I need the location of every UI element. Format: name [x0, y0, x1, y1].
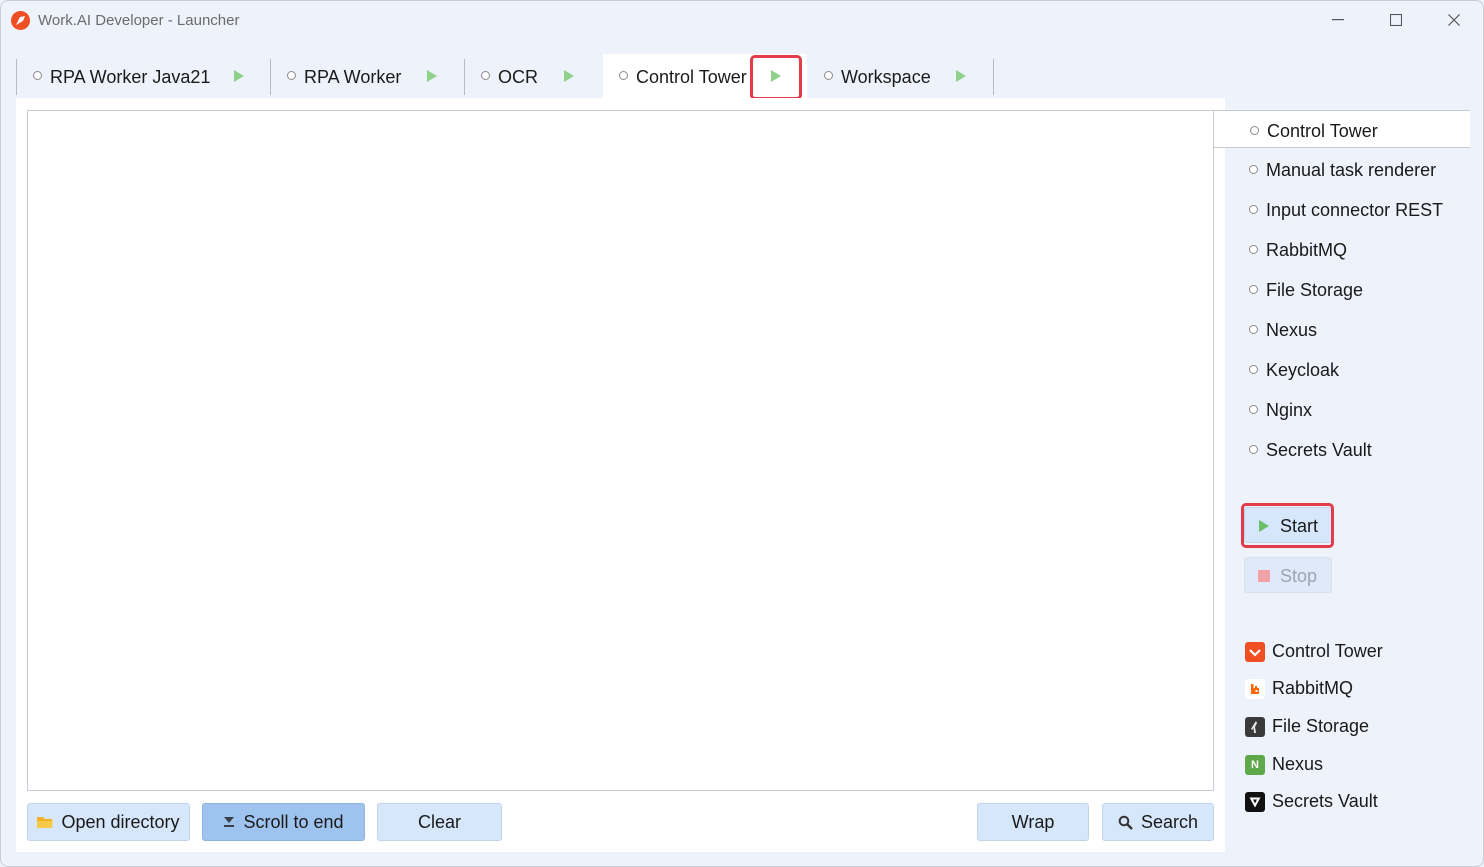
service-label: Nginx [1266, 400, 1313, 420]
tab-divider [993, 59, 994, 95]
service-item-input-connector-rest[interactable]: Input connector REST [1213, 190, 1470, 228]
tab-label: RPA Worker [304, 67, 402, 87]
window-title: Work.AI Developer - Launcher [38, 12, 240, 29]
folder-icon [37, 816, 54, 828]
tab-label: RPA Worker Java21 [50, 67, 211, 87]
service-item-keycloak[interactable]: Keycloak [1213, 350, 1470, 388]
service-item-file-storage[interactable]: File Storage [1213, 270, 1470, 308]
play-icon[interactable] [234, 70, 244, 82]
open-directory-label: Open directory [61, 811, 180, 832]
wrap-button[interactable]: Wrap [977, 803, 1089, 841]
service-item-nginx[interactable]: Nginx [1213, 390, 1470, 428]
status-dot-icon [1249, 325, 1258, 334]
tab-rpa-worker[interactable]: RPA Worker [271, 54, 464, 98]
highlight-box [750, 55, 802, 100]
status-dot-icon [619, 71, 628, 80]
status-dot-icon [1249, 205, 1258, 214]
tab-rpa-worker-java21[interactable]: RPA Worker Java21 [17, 54, 270, 98]
nexus-icon: N [1245, 755, 1265, 775]
scroll-to-end-button[interactable]: Scroll to end [202, 803, 365, 841]
status-dot-icon [1249, 245, 1258, 254]
service-item-rabbitmq[interactable]: RabbitMQ [1213, 230, 1470, 268]
open-directory-button[interactable]: Open directory [27, 803, 190, 841]
clear-label: Clear [417, 811, 461, 832]
scroll-end-icon [224, 817, 235, 827]
status-dot-icon [481, 71, 490, 80]
service-label: Secrets Vault [1266, 440, 1372, 460]
link-label: RabbitMQ [1272, 678, 1354, 698]
status-dot-icon [33, 71, 42, 80]
status-dot-icon [824, 71, 833, 80]
play-icon[interactable] [564, 70, 574, 82]
search-button[interactable]: Search [1102, 803, 1214, 841]
scroll-to-end-label: Scroll to end [243, 811, 344, 832]
close-button[interactable] [1431, 5, 1477, 35]
service-item-secrets-vault[interactable]: Secrets Vault [1213, 430, 1470, 468]
tab-label: Control Tower [636, 67, 747, 87]
launcher-window: Work.AI Developer - Launcher RPA Worker … [0, 0, 1484, 867]
search-icon [1118, 815, 1133, 830]
stop-button[interactable]: Stop [1244, 557, 1332, 593]
service-label: Manual task renderer [1266, 160, 1437, 180]
link-label: Nexus [1272, 754, 1324, 774]
file-storage-icon [1245, 717, 1265, 737]
service-item-control-tower[interactable]: Control Tower [1213, 110, 1470, 148]
tab-strip: RPA Worker Java21 RPA Worker OCR Control… [16, 54, 996, 100]
tab-label: OCR [498, 67, 538, 87]
status-dot-icon [1249, 445, 1258, 454]
rabbitmq-icon [1245, 679, 1265, 699]
status-dot-icon [1249, 165, 1258, 174]
clear-button[interactable]: Clear [377, 803, 502, 841]
service-item-manual-task-renderer[interactable]: Manual task renderer [1213, 150, 1470, 188]
status-dot-icon [1250, 126, 1259, 135]
status-dot-icon [1249, 285, 1258, 294]
tab-ocr[interactable]: OCR [465, 54, 602, 98]
control-tower-icon [1245, 642, 1265, 662]
minimize-button[interactable] [1315, 5, 1361, 35]
search-label: Search [1140, 811, 1199, 832]
play-icon[interactable] [956, 70, 966, 82]
status-dot-icon [1249, 405, 1258, 414]
status-dot-icon [1249, 365, 1258, 374]
service-label: Nexus [1266, 320, 1318, 340]
service-label: Input connector REST [1266, 200, 1444, 220]
maximize-button[interactable] [1373, 5, 1419, 35]
link-label: File Storage [1272, 716, 1370, 736]
link-label: Secrets Vault [1272, 791, 1378, 811]
play-icon[interactable] [427, 70, 437, 82]
service-label: Keycloak [1266, 360, 1340, 380]
service-item-nexus[interactable]: Nexus [1213, 310, 1470, 348]
vault-icon [1245, 792, 1265, 812]
tab-workspace[interactable]: Workspace [808, 54, 993, 98]
app-logo-icon [11, 11, 30, 30]
stop-icon [1258, 570, 1270, 582]
title-bar: Work.AI Developer - Launcher [1, 1, 1483, 39]
wrap-label: Wrap [1011, 811, 1055, 832]
service-label: RabbitMQ [1266, 240, 1348, 260]
status-dot-icon [287, 71, 296, 80]
tab-label: Workspace [841, 67, 931, 87]
log-output-area[interactable] [27, 110, 1214, 791]
stop-label: Stop [1280, 566, 1318, 586]
highlight-box [1241, 503, 1334, 548]
service-label: Control Tower [1267, 121, 1378, 141]
link-label: Control Tower [1272, 641, 1383, 661]
service-label: File Storage [1266, 280, 1364, 300]
